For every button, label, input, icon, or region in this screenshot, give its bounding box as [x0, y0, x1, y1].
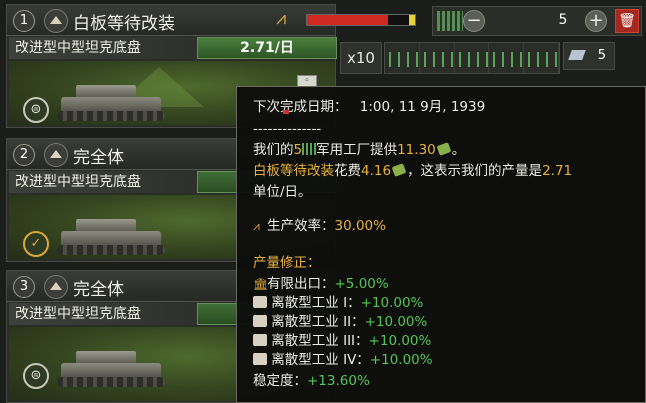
output-rate: 2.71/日 — [197, 37, 337, 59]
move-up-icon[interactable] — [44, 275, 68, 299]
tank-icon — [51, 83, 171, 123]
modifiers-title: 产量修正： — [253, 255, 321, 271]
efficiency-fill — [307, 15, 388, 25]
line-title: 完全体 — [73, 148, 124, 168]
production-icon — [436, 142, 452, 156]
efficiency-bar — [306, 14, 416, 26]
line-number: 2 — [13, 144, 35, 166]
unit-line: 单位/日。 — [253, 184, 312, 200]
design-name[interactable]: 改进型中型坦克底盘 — [9, 37, 197, 59]
line-title: 完全体 — [73, 280, 124, 300]
industry-icon — [253, 296, 267, 308]
factory-slot — [454, 43, 490, 73]
factory-panel: − 5 + 🗑 — [432, 6, 642, 36]
cost-line: 白板等待改装花费4.16 ，这表示我们的产量是2.71 — [253, 163, 573, 179]
tank-icon — [51, 217, 171, 257]
factory-slot — [385, 43, 420, 73]
multiplier-button[interactable]: x10 — [340, 42, 382, 74]
factory-output-line: 我们的5 军用工厂提供11.30。 — [253, 142, 466, 158]
mouse-cursor-icon — [283, 110, 289, 114]
design-name[interactable]: 改进型中型坦克底盘 — [9, 171, 197, 193]
upgrade-pending-icon: ⊜ — [23, 97, 49, 123]
line-number: 1 — [13, 10, 35, 32]
factory-slot — [489, 43, 525, 73]
add-factory-button[interactable]: + — [585, 10, 607, 32]
factory-slots — [384, 42, 560, 74]
move-up-icon[interactable] — [44, 9, 68, 33]
modifier-row: 离散型工业 IV：+10.00% — [253, 350, 433, 372]
factory-slot — [524, 43, 559, 73]
factory-icon — [437, 11, 463, 31]
upgrade-pending-icon: ⊜ — [23, 363, 49, 389]
line-number: 3 — [13, 276, 35, 298]
steel-icon — [568, 50, 586, 60]
delete-line-button[interactable]: 🗑 — [615, 9, 639, 33]
efficiency-cap — [409, 15, 415, 25]
next-date: 1:00, 11 9月, 1939 — [359, 99, 486, 115]
design-name[interactable]: 改进型中型坦克底盘 — [9, 303, 197, 325]
next-label: 下次完成日期： — [253, 99, 348, 115]
resource-indicator: 5 — [563, 42, 615, 70]
line-title: 白板等待改装 — [73, 14, 175, 34]
industry-icon — [253, 315, 267, 327]
efficiency-icon: ⩘ — [276, 8, 287, 29]
industry-icon — [253, 334, 267, 346]
efficiency-icon: ⩘ — [253, 219, 260, 233]
next-completion: 下次完成日期： 1:00, 11 9月, 1939 — [253, 97, 485, 119]
line-toolbar: ⩘ − 5 + 🗑 — [272, 6, 646, 36]
production-tooltip: 下次完成日期： 1:00, 11 9月, 1939 --------------… — [236, 86, 646, 403]
tank-icon — [51, 349, 171, 389]
resource-value: 5 — [597, 48, 606, 63]
divider: -------------- — [253, 121, 322, 137]
export-icon: 🏛 — [253, 277, 269, 291]
factory-icon — [302, 143, 317, 155]
factory-slot — [419, 43, 455, 73]
factory-count: 5 — [558, 12, 568, 28]
move-up-icon[interactable] — [44, 143, 68, 167]
remove-factory-button[interactable]: − — [463, 10, 485, 32]
complete-check-icon: ✓ — [23, 231, 49, 257]
stability-line: 稳定度：+13.60% — [253, 373, 370, 389]
production-icon — [391, 163, 407, 177]
efficiency-line: ⩘ 生产效率：30.00% — [253, 218, 386, 234]
industry-icon — [253, 353, 267, 365]
